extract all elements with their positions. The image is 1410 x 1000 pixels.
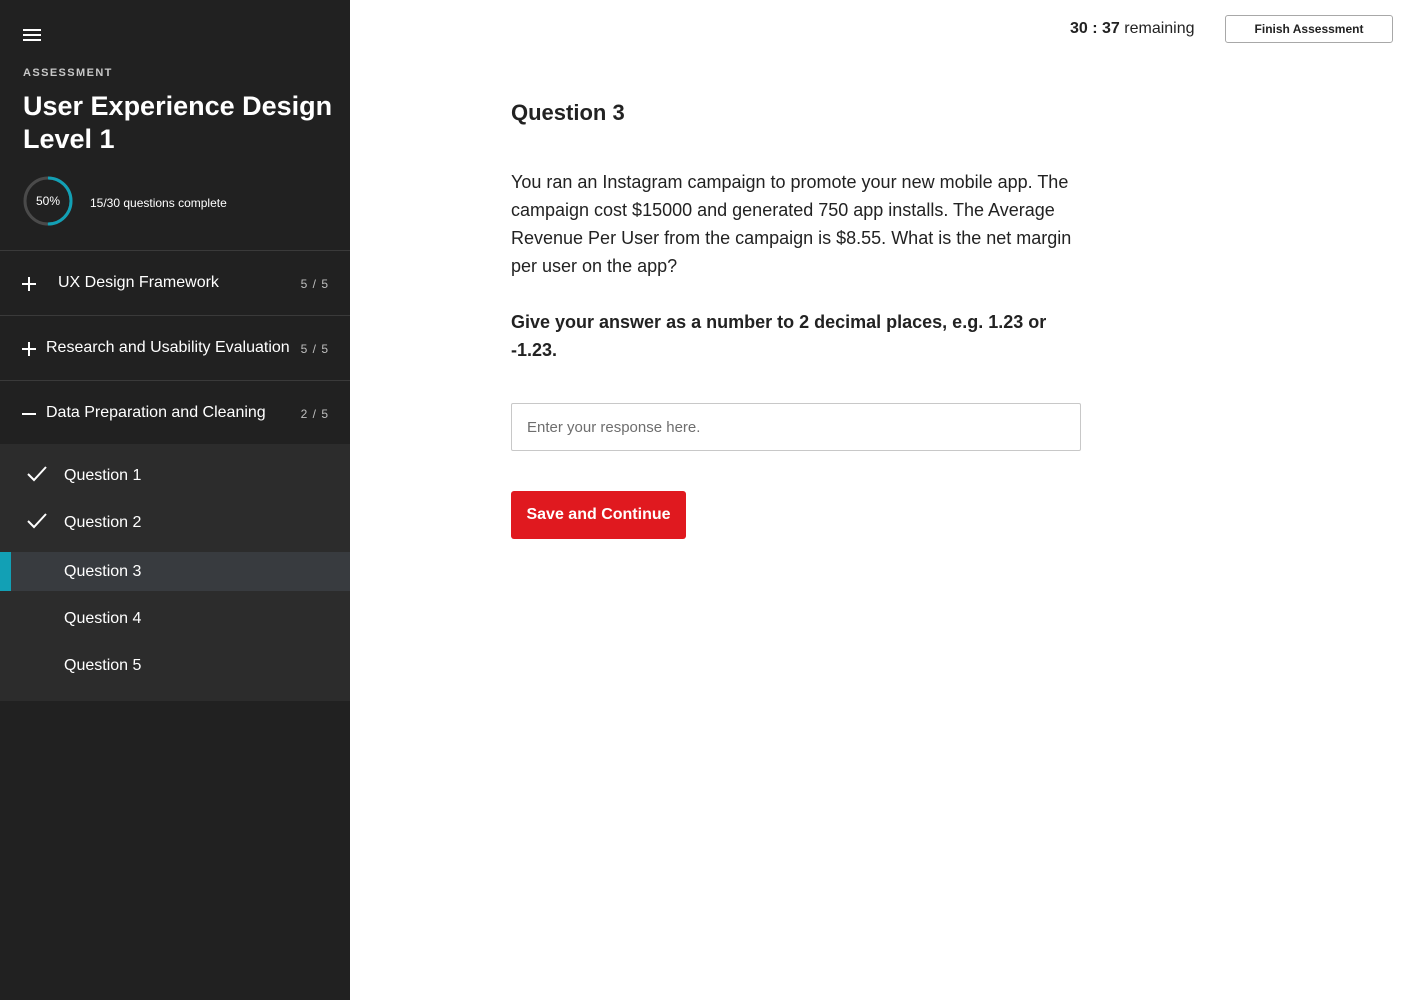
timer-value: 30 : 37	[1070, 20, 1120, 37]
progress-text: 15/30 questions complete	[90, 196, 227, 210]
check-icon	[27, 513, 47, 529]
question-instruction: Give your answer as a number to 2 decima…	[511, 312, 1047, 360]
sidebar-item-question-2[interactable]: Question 2	[0, 503, 350, 542]
section-label: Data Preparation and Cleaning	[46, 404, 266, 421]
question-label: Question 2	[64, 514, 142, 531]
answer-input[interactable]	[511, 403, 1081, 451]
course-title: User Experience Design Level 1	[23, 91, 333, 154]
plus-icon	[22, 342, 36, 356]
check-icon	[27, 466, 47, 482]
finish-assessment-button[interactable]: Finish Assessment	[1225, 15, 1393, 43]
progress-ring: 50%	[22, 175, 74, 227]
question-body: You ran an Instagram campaign to promote…	[511, 172, 1072, 276]
save-and-continue-button[interactable]: Save and Continue	[511, 491, 686, 539]
active-indicator	[0, 552, 11, 591]
timer-suffix: remaining	[1124, 20, 1195, 37]
assessment-kicker: ASSESSMENT	[23, 67, 113, 79]
sidebar-item-question-3[interactable]: Question 3	[0, 552, 350, 591]
question-label: Question 5	[64, 657, 142, 674]
section-label: Research and Usability Evaluation	[46, 339, 290, 356]
section-count: 5 / 5	[300, 342, 329, 356]
sidebar: ASSESSMENT User Experience Design Level …	[0, 0, 350, 1000]
time-remaining: 30 : 37 remaining	[1070, 20, 1195, 38]
section-research-usability[interactable]: Research and Usability Evaluation 5 / 5	[0, 315, 350, 380]
section-count: 2 / 5	[300, 407, 329, 421]
question-label: Question 4	[64, 610, 142, 627]
section-ux-design-framework[interactable]: UX Design Framework 5 / 5	[0, 250, 350, 315]
section-label: UX Design Framework	[58, 274, 219, 291]
plus-icon	[22, 277, 36, 291]
question-label: Question 1	[64, 467, 142, 484]
section-data-preparation[interactable]: Data Preparation and Cleaning 2 / 5	[0, 380, 350, 445]
sidebar-item-question-1[interactable]: Question 1	[0, 456, 350, 495]
question-label: Question 3	[64, 563, 142, 580]
minus-icon	[22, 407, 36, 421]
sidebar-item-question-4[interactable]: Question 4	[0, 599, 350, 638]
sidebar-item-question-5[interactable]: Question 5	[0, 646, 350, 685]
progress-percent: 50%	[35, 194, 61, 208]
question-title: Question 3	[511, 100, 625, 125]
section-count: 5 / 5	[300, 277, 329, 291]
question-list: Question 1 Question 2 Question 3 Questio…	[0, 444, 350, 701]
main-content: 30 : 37 remaining Finish Assessment Ques…	[350, 0, 1410, 1000]
hamburger-menu-icon[interactable]	[23, 28, 41, 42]
